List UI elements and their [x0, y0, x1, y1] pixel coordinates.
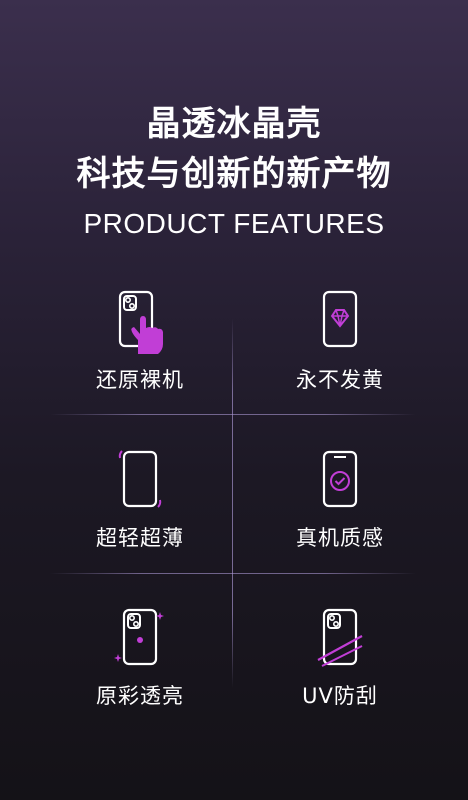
- feature-label: 超轻超薄: [96, 526, 184, 550]
- feature-label: 真机质感: [296, 526, 384, 550]
- feature-label: 永不发黄: [296, 368, 384, 392]
- phone-thin-icon: [118, 450, 162, 508]
- phone-check-icon: [322, 450, 358, 508]
- feature-label: UV防刮: [302, 684, 378, 708]
- feature-label: 原彩透亮: [96, 684, 184, 708]
- subtitle: PRODUCT FEATURES: [83, 208, 385, 239]
- feature-item: 原彩透亮: [40, 606, 240, 710]
- phone-hand-icon: [118, 290, 163, 354]
- phone-sparkle-icon: [114, 608, 164, 666]
- phone-diamond-icon: [322, 290, 358, 348]
- feature-item: 还原裸机: [40, 290, 240, 394]
- feature-item: UV防刮: [240, 606, 440, 710]
- feature-item: 真机质感: [240, 448, 440, 552]
- feature-item: 永不发黄: [240, 290, 440, 394]
- grid-divider-horizontal: [50, 573, 416, 574]
- feature-item: 超轻超薄: [40, 448, 240, 552]
- title-line-1: 晶透冰晶壳: [146, 104, 322, 144]
- grid-divider-horizontal: [50, 414, 416, 415]
- feature-label: 还原裸机: [96, 368, 184, 392]
- phone-scratch-icon: [317, 608, 363, 667]
- title-line-2: 科技与创新的新产物: [76, 154, 392, 194]
